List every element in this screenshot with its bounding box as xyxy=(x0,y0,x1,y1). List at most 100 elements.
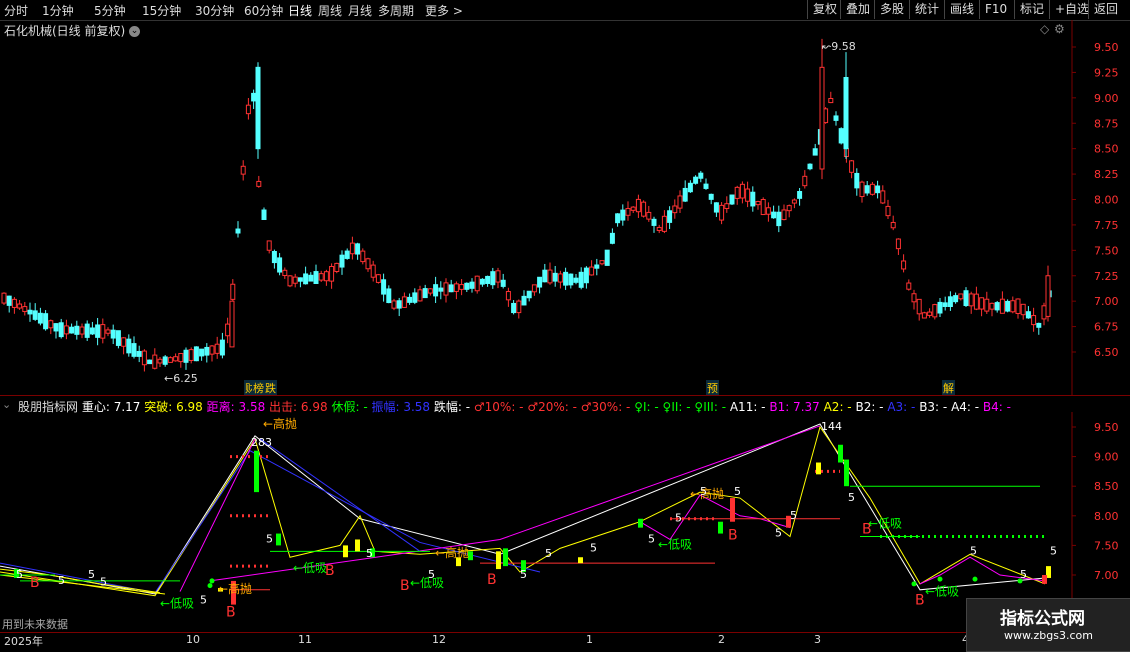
candle-body xyxy=(1036,322,1042,328)
candle-body xyxy=(147,359,153,365)
high-price-label: ↜9.58 xyxy=(822,40,856,53)
candle-body xyxy=(537,276,543,288)
candle-body xyxy=(563,271,569,286)
indicator-tick-label: 7.50 xyxy=(1094,539,1119,552)
candle-body xyxy=(167,357,173,363)
indicator-bar xyxy=(718,521,723,534)
candle-body xyxy=(833,115,839,121)
back-button[interactable]: 返回 xyxy=(1088,0,1123,19)
chevron-down-icon[interactable]: ⌄ xyxy=(2,398,11,411)
candle-body xyxy=(589,266,595,276)
candle-body xyxy=(895,238,901,250)
candle-body xyxy=(126,338,132,354)
candle-body xyxy=(448,284,454,293)
indicator-tick-label: 9.50 xyxy=(1094,421,1119,434)
price-tick-label: 7.00 xyxy=(1094,295,1119,308)
candle-body xyxy=(53,323,59,332)
candle-body xyxy=(334,262,340,272)
tab-multi-period[interactable]: 多周期 xyxy=(378,2,414,19)
candle-body xyxy=(1005,300,1011,312)
overlay-button[interactable]: 叠加 xyxy=(840,0,875,19)
candle-body xyxy=(797,191,803,199)
candle-body xyxy=(516,300,522,314)
indicator-bar xyxy=(638,518,643,528)
candle-body xyxy=(667,210,673,223)
candle-body xyxy=(79,326,85,335)
time-label-oct: 10 xyxy=(186,633,200,646)
price-tick-label: 8.50 xyxy=(1094,143,1119,156)
value-label-5: 5 xyxy=(1050,544,1057,557)
candle-body xyxy=(136,350,142,357)
candle-body xyxy=(947,296,953,308)
tab-daily[interactable]: 日线 xyxy=(288,2,312,19)
candle-body xyxy=(282,269,288,277)
candle-body xyxy=(58,322,64,338)
stats-button[interactable]: 统计 xyxy=(909,0,944,19)
candle-body xyxy=(979,297,985,310)
adjust-button[interactable]: 复权 xyxy=(807,0,842,19)
candle-body xyxy=(251,92,257,102)
time-label-year: 2025年 xyxy=(4,635,43,648)
price-tick-label: 7.25 xyxy=(1094,270,1119,283)
indicator-line-yellow-2 xyxy=(0,574,166,595)
candle-body xyxy=(849,160,855,173)
tab-60min[interactable]: 60分钟 xyxy=(244,2,283,19)
tab-intraday[interactable]: 分时 xyxy=(4,2,28,19)
event-badge-drop[interactable]: 跌 xyxy=(264,380,277,396)
candle-body xyxy=(381,279,387,295)
candle-body xyxy=(630,206,636,211)
candle-body xyxy=(433,284,439,297)
candle-body xyxy=(303,273,309,285)
indicator-chart[interactable]: ←高抛283144←低吸←低吸←低吸←低吸←低吸←低吸←高抛←高抛←高抛BB BB… xyxy=(0,412,1130,632)
candle-body xyxy=(880,190,886,204)
candle-body xyxy=(703,183,709,189)
candle-body xyxy=(349,242,355,255)
signal-dot xyxy=(911,581,917,587)
value-label-5: 5 xyxy=(848,491,855,504)
candle-body xyxy=(11,298,17,308)
indicator-bar xyxy=(816,462,821,475)
candle-body xyxy=(505,291,511,301)
candlestick-chart[interactable]: 9.50 9.25 9.00 8.75 8.50 8.25 8.00 7.75 7.50 7.25… xyxy=(0,20,1130,395)
candle-body xyxy=(318,273,324,281)
pane-divider[interactable] xyxy=(0,395,1130,396)
candle-body xyxy=(776,211,782,227)
tab-monthly[interactable]: 月线 xyxy=(348,2,372,19)
tab-more[interactable]: 更多 > xyxy=(425,2,463,19)
indicator-bar xyxy=(496,551,501,570)
event-badge-forecast[interactable]: 预 xyxy=(706,380,719,396)
candle-body xyxy=(859,181,865,198)
signal-dot xyxy=(207,583,213,589)
candle-body xyxy=(396,300,402,309)
price-tick-label: 8.75 xyxy=(1094,117,1119,130)
tab-5min[interactable]: 5分钟 xyxy=(94,2,126,19)
candle-body xyxy=(807,163,813,170)
candle-body xyxy=(568,273,574,286)
candle-body xyxy=(131,343,137,357)
tab-30min[interactable]: 30分钟 xyxy=(195,2,234,19)
tab-1min[interactable]: 1分钟 xyxy=(42,2,74,19)
candle-body xyxy=(999,298,1005,314)
candle-body xyxy=(89,327,95,335)
candle-body xyxy=(199,348,205,357)
indicator-bar xyxy=(844,459,849,487)
mark-button[interactable]: 标记 xyxy=(1014,0,1049,19)
tab-15min[interactable]: 15分钟 xyxy=(142,2,181,19)
event-badge-unlock[interactable]: 解 xyxy=(942,380,955,396)
multi-stock-button[interactable]: 多股 xyxy=(874,0,909,19)
arrow-icon: ← xyxy=(164,372,174,385)
tab-weekly[interactable]: 周线 xyxy=(318,2,342,19)
value-label-5: 5 xyxy=(88,568,95,581)
buy-signal: B xyxy=(728,527,738,543)
candle-body xyxy=(812,148,818,156)
candle-body xyxy=(95,324,101,338)
value-label-5: 5 xyxy=(675,512,682,525)
candle-body xyxy=(921,312,927,319)
buy-signal: B xyxy=(400,578,410,594)
candle-body xyxy=(1025,311,1031,319)
candle-body xyxy=(739,183,745,199)
candle-body xyxy=(745,188,751,202)
draw-button[interactable]: 画线 xyxy=(944,0,979,19)
f10-button[interactable]: F10 xyxy=(979,0,1012,19)
candle-body xyxy=(6,295,12,306)
